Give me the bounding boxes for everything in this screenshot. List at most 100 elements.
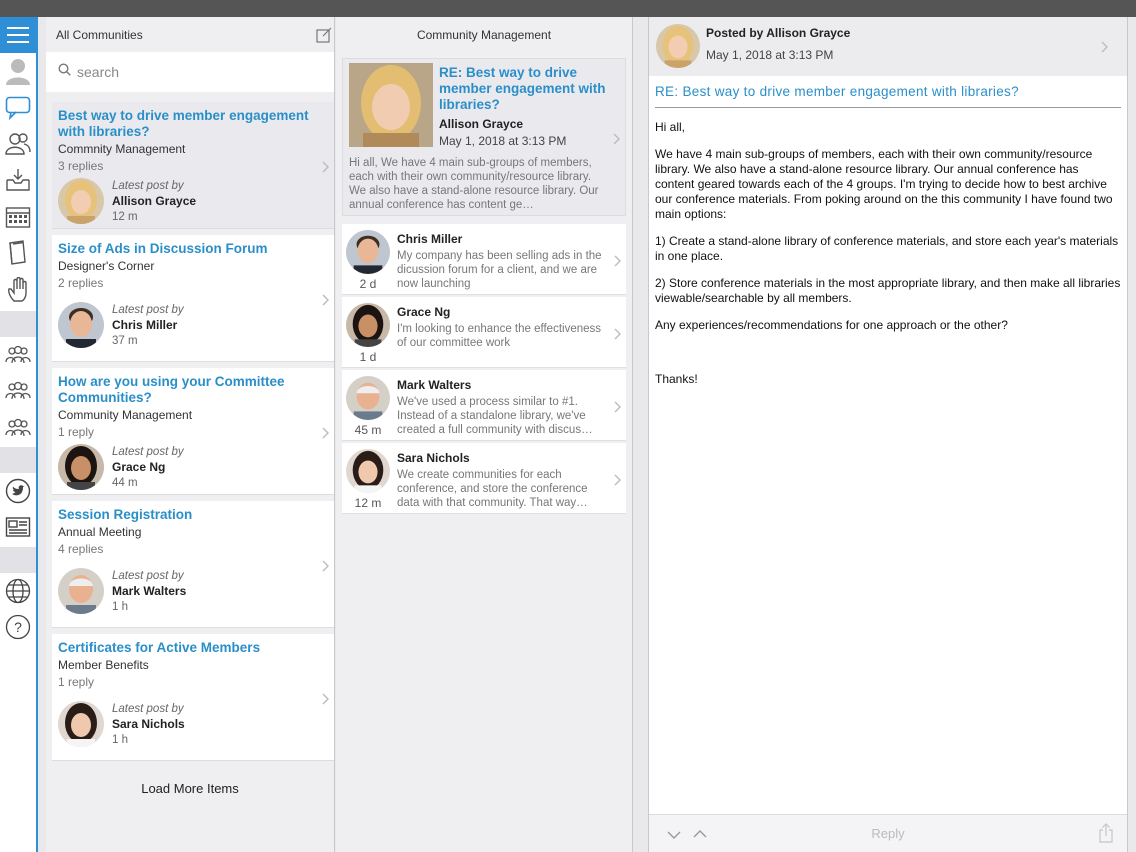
latest-label: Latest post by <box>112 303 184 316</box>
reply-item[interactable]: 12 m Sara Nichols We create communities … <box>342 443 626 514</box>
thread-title: How are you using your Committee Communi… <box>58 374 285 405</box>
latest-time: 1 h <box>112 733 128 746</box>
chevron-right-icon <box>614 473 622 486</box>
thread-reply-count: 3 replies <box>58 159 104 173</box>
thread-community: Community Management <box>58 408 193 422</box>
reply-item[interactable]: 45 m Mark Walters We've used a process s… <box>342 370 626 441</box>
reply-age: 1 d <box>359 350 377 364</box>
message-toolbar: Reply <box>649 814 1127 852</box>
thread-item[interactable]: Best way to drive member engagement with… <box>52 102 334 229</box>
chevron-right-icon <box>614 400 622 413</box>
latest-time: 1 h <box>112 600 128 613</box>
status-bar <box>0 0 1136 17</box>
latest-post: Latest post by Mark Walters 1 h <box>52 556 334 620</box>
rail-separator <box>0 311 36 337</box>
latest-post: Latest post by Chris Miller 37 m <box>52 290 334 354</box>
avatar <box>346 230 390 274</box>
right-edge <box>1129 17 1136 852</box>
chevron-right-icon <box>322 293 330 306</box>
thread-item[interactable]: Certificates for Active Members Member B… <box>52 634 334 761</box>
thread-reply-count: 1 reply <box>58 675 95 689</box>
reply-author: Chris Miller <box>397 232 463 246</box>
avatar <box>58 302 104 348</box>
inbox-icon[interactable] <box>4 166 32 194</box>
post-date: May 1, 2018 at 3:13 PM <box>439 134 567 148</box>
thread-community: Annual Meeting <box>58 525 142 539</box>
reply-age: 2 d <box>359 277 377 291</box>
latest-author: Mark Walters <box>112 583 187 598</box>
replies-panel: Community Management RE: Best way to dri… <box>336 17 633 852</box>
post-title: RE: Best way to drive member engagement … <box>439 65 606 112</box>
chevron-right-icon <box>322 692 330 705</box>
reply-button[interactable]: Reply <box>649 826 1127 841</box>
reply-text: I'm looking to enhance the effectiveness… <box>397 323 602 349</box>
reply-author: Grace Ng <box>397 305 451 319</box>
avatar <box>58 444 104 490</box>
avatar <box>346 303 390 347</box>
group-icon[interactable] <box>4 377 32 405</box>
avatar <box>656 24 700 68</box>
search-input[interactable]: search <box>46 52 334 92</box>
people-icon[interactable] <box>4 130 32 158</box>
svg-text:?: ? <box>14 619 22 635</box>
thread-title: Best way to drive member engagement with… <box>58 108 309 139</box>
latest-time: 44 m <box>112 476 138 489</box>
reply-item[interactable]: 1 d Grace Ng I'm looking to enhance the … <box>342 297 626 368</box>
avatar <box>346 376 390 420</box>
body-paragraph: Any experiences/recommendations for one … <box>655 318 1008 332</box>
load-more-button[interactable]: Load More Items <box>46 767 334 796</box>
globe-icon[interactable] <box>4 577 32 605</box>
latest-post: Latest post by Grace Ng 44 m <box>52 439 334 496</box>
profile-icon[interactable] <box>4 57 32 85</box>
share-icon[interactable] <box>1099 823 1113 848</box>
help-icon[interactable]: ? <box>4 613 32 641</box>
book-icon[interactable] <box>4 239 32 267</box>
original-post[interactable]: RE: Best way to drive member engagement … <box>342 58 626 216</box>
thread-item[interactable]: How are you using your Committee Communi… <box>52 368 334 495</box>
body-paragraph: Thanks! <box>655 372 698 386</box>
reply-age: 45 m <box>354 423 382 437</box>
chevron-right-icon <box>614 327 622 340</box>
reply-item[interactable]: 2 d Chris Miller My company has been sel… <box>342 224 626 295</box>
reply-text: We've used a process similar to #1. Inst… <box>397 396 593 436</box>
latest-author: Chris Miller <box>112 317 178 332</box>
news-icon[interactable] <box>4 513 32 541</box>
post-date: May 1, 2018 at 3:13 PM <box>706 48 834 62</box>
latest-post: Latest post by Sara Nichols 1 h <box>52 689 334 753</box>
avatar <box>58 178 104 224</box>
reply-text: We create communities for each conferenc… <box>397 469 588 509</box>
message-detail-panel: Posted by Allison Grayce May 1, 2018 at … <box>648 17 1128 852</box>
body-paragraph: Hi all, <box>655 120 686 134</box>
latest-label: Latest post by <box>112 569 184 582</box>
avatar <box>58 701 104 747</box>
reply-age: 12 m <box>354 496 382 510</box>
message-header[interactable]: Posted by Allison Grayce May 1, 2018 at … <box>649 17 1127 76</box>
twitter-icon[interactable] <box>4 477 32 505</box>
group-icon[interactable] <box>4 414 32 442</box>
panel-title: Community Management <box>416 27 552 42</box>
post-author: Allison Grayce <box>439 117 524 131</box>
reply-text: My company has been selling ads in the d… <box>397 250 602 290</box>
calendar-icon[interactable] <box>4 203 32 231</box>
thread-community: Designer's Corner <box>58 259 155 273</box>
search-icon <box>58 63 71 81</box>
rail-separator <box>0 447 36 473</box>
body-paragraph: We have 4 main sub-groups of members, ea… <box>655 147 1113 221</box>
latest-label: Latest post by <box>112 445 184 458</box>
compose-icon[interactable] <box>316 27 332 43</box>
chat-bubble-icon[interactable] <box>4 94 32 122</box>
posted-by: Posted by Allison Grayce <box>706 26 851 40</box>
group-icon[interactable] <box>4 341 32 369</box>
message-body: Hi all, We have 4 main sub-groups of mem… <box>649 108 1127 387</box>
thread-item[interactable]: Size of Ads in Discussion Forum Designer… <box>52 235 334 362</box>
search-placeholder: search <box>77 64 120 80</box>
thread-title: Certificates for Active Members <box>58 640 261 655</box>
reply-author: Sara Nichols <box>397 451 470 465</box>
thread-title: Size of Ads in Discussion Forum <box>58 241 268 256</box>
menu-button[interactable] <box>0 17 36 53</box>
thread-community: Commnity Management <box>58 142 186 156</box>
chevron-right-icon <box>1101 40 1109 53</box>
thread-item[interactable]: Session Registration Annual Meeting 4 re… <box>52 501 334 628</box>
hand-icon[interactable] <box>4 276 32 304</box>
message-subject: RE: Best way to drive member engagement … <box>655 84 1121 108</box>
